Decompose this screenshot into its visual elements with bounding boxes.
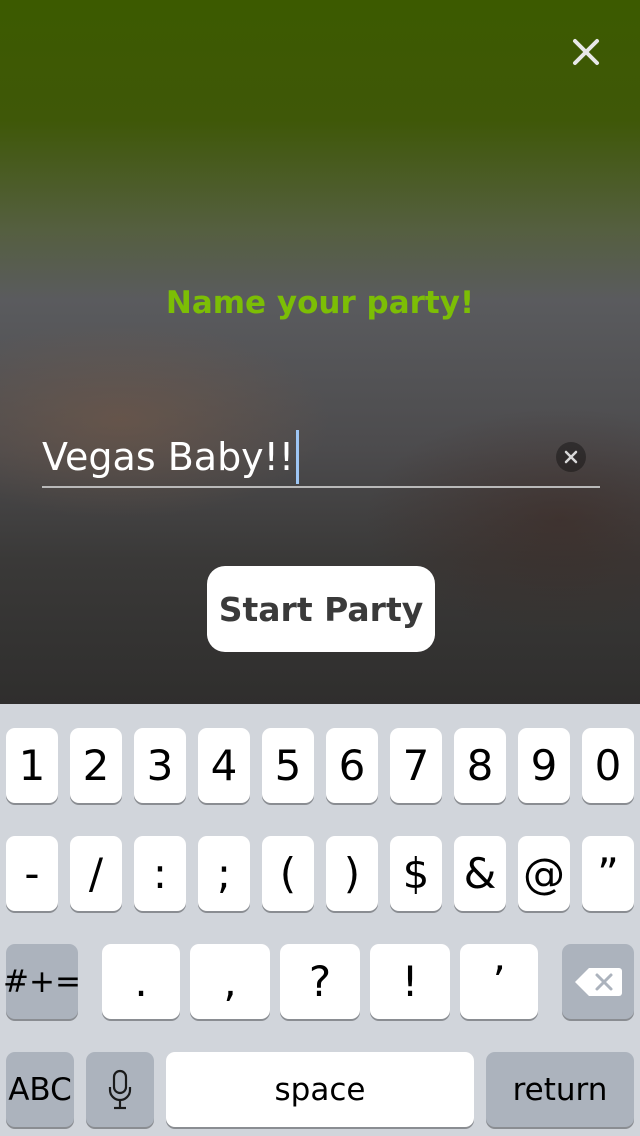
key-3[interactable]: 3 [134, 728, 186, 803]
microphone-icon [108, 1069, 132, 1109]
key-7[interactable]: 7 [390, 728, 442, 803]
key-slash[interactable]: / [70, 836, 122, 911]
key-close-paren[interactable]: ) [326, 836, 378, 911]
page-title: Name your party! [165, 285, 475, 321]
key-4[interactable]: 4 [198, 728, 250, 803]
party-name-value: Vegas Baby!! [42, 435, 295, 479]
key-6[interactable]: 6 [326, 728, 378, 803]
key-hyphen[interactable]: - [6, 836, 58, 911]
close-icon[interactable] [566, 32, 606, 72]
keyboard: 1 2 3 4 5 6 7 8 9 0 - / : ; ( ) $ & @ ” … [0, 704, 640, 1136]
key-at[interactable]: @ [518, 836, 570, 911]
key-colon[interactable]: : [134, 836, 186, 911]
key-semicolon[interactable]: ; [198, 836, 250, 911]
key-dollar[interactable]: $ [390, 836, 442, 911]
screen: Name your party! Vegas Baby!! Start Part… [0, 0, 640, 1136]
party-name-field[interactable]: Vegas Baby!! [42, 428, 600, 488]
clear-text-icon[interactable] [556, 442, 586, 472]
dictation-key[interactable] [86, 1052, 154, 1127]
key-5[interactable]: 5 [262, 728, 314, 803]
key-question[interactable]: ? [280, 944, 360, 1019]
backspace-key[interactable] [562, 944, 634, 1019]
key-8[interactable]: 8 [454, 728, 506, 803]
key-abc[interactable]: ABC [6, 1052, 74, 1127]
key-0[interactable]: 0 [582, 728, 634, 803]
key-comma[interactable]: , [190, 944, 270, 1019]
space-key[interactable]: space [166, 1052, 474, 1127]
key-apostrophe[interactable]: ’ [460, 944, 538, 1019]
key-ampersand[interactable]: & [454, 836, 506, 911]
key-2[interactable]: 2 [70, 728, 122, 803]
key-more-symbols[interactable]: #+= [3, 944, 81, 1019]
backspace-icon [575, 967, 622, 996]
start-party-button[interactable]: Start Party [207, 566, 435, 652]
return-key[interactable]: return [486, 1052, 634, 1127]
key-period[interactable]: . [102, 944, 180, 1019]
text-cursor [296, 430, 300, 484]
key-9[interactable]: 9 [518, 728, 570, 803]
key-exclamation[interactable]: ! [370, 944, 450, 1019]
key-quote[interactable]: ” [582, 836, 634, 911]
key-open-paren[interactable]: ( [262, 836, 314, 911]
key-1[interactable]: 1 [6, 728, 58, 803]
